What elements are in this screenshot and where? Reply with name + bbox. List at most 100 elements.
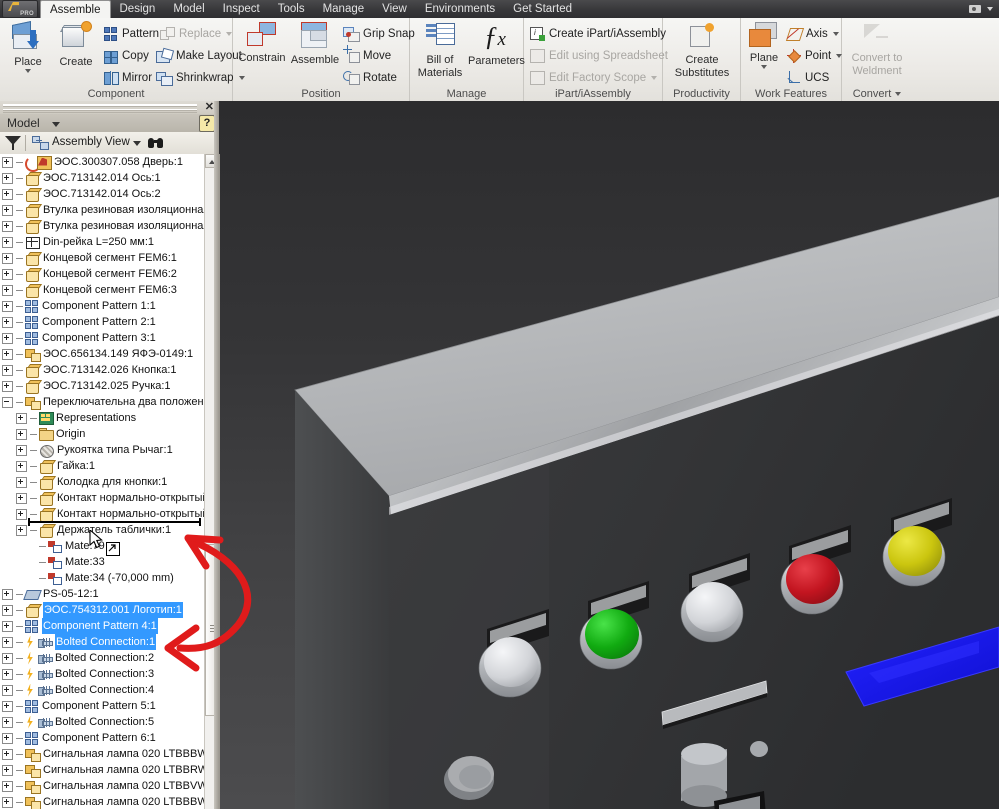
assemble-button[interactable]: Assemble	[289, 22, 341, 66]
edit-factory-scope-button[interactable]: Edit Factory Scope	[530, 67, 658, 88]
tree-expander[interactable]	[2, 396, 13, 408]
tab-model[interactable]: Model	[164, 0, 213, 18]
tree-expander[interactable]	[2, 588, 13, 600]
tab-manage[interactable]: Manage	[314, 0, 374, 18]
create-ipart-button[interactable]: i Create iPart/iAssembly	[530, 23, 666, 44]
point-button[interactable]: Point	[787, 45, 843, 66]
tree-item[interactable]: Сигнальная лампа 020 LTBBVW 220	[0, 778, 205, 794]
tree-expander[interactable]	[2, 284, 13, 296]
tree-expander[interactable]	[2, 700, 13, 712]
browser-splitter[interactable]	[214, 101, 219, 809]
tree-item[interactable]: Bolted Connection:2	[0, 650, 205, 666]
browser-help-button[interactable]: ?	[199, 115, 215, 132]
binoculars-icon[interactable]	[148, 136, 164, 149]
convert-panel-dropdown-icon[interactable]	[895, 92, 902, 97]
chevron-down-icon[interactable]	[987, 7, 993, 11]
tree-expander[interactable]	[2, 636, 13, 648]
tree-expander[interactable]	[16, 444, 27, 456]
browser-drag-handle[interactable]: ✕	[0, 101, 219, 114]
create-button[interactable]: Create	[52, 22, 100, 68]
tree-item[interactable]: Component Pattern 5:1	[0, 698, 205, 714]
tree-item[interactable]: Mate:79	[0, 528, 205, 556]
ucs-button[interactable]: UCS	[787, 67, 829, 88]
tree-item[interactable]: Рукоятка типа Рычаг:1	[0, 442, 205, 458]
tree-item[interactable]: ЭОС.713142.014 Ось:1	[0, 170, 205, 186]
rotate-button[interactable]: Rotate	[343, 67, 397, 88]
tree-expander[interactable]	[2, 684, 13, 696]
factory-scope-dropdown-icon[interactable]	[651, 75, 658, 80]
tree-expander[interactable]	[16, 508, 27, 520]
tree-expander[interactable]	[16, 476, 27, 488]
tree-item[interactable]: Концевой сегмент FEM6:1	[0, 250, 205, 266]
tree-expander[interactable]	[2, 604, 13, 616]
tree-item[interactable]: Концевой сегмент FEM6:3	[0, 282, 205, 298]
tab-environments[interactable]: Environments	[416, 0, 504, 18]
tree-expander[interactable]	[2, 620, 13, 632]
tree-item[interactable]: Контакт нормально-открытый:	[0, 506, 205, 522]
tree-expander[interactable]	[2, 252, 13, 264]
tree-item[interactable]: Origin	[0, 426, 205, 442]
make-layout-button[interactable]: Make Layout	[156, 45, 242, 66]
tree-item[interactable]: Bolted Connection:4	[0, 682, 205, 698]
tree-item[interactable]: Втулка резиновая изоляционная 1:	[0, 218, 205, 234]
tree-item[interactable]: Component Pattern 6:1	[0, 730, 205, 746]
tree-expander[interactable]	[2, 204, 13, 216]
tree-item[interactable]: Концевой сегмент FEM6:2	[0, 266, 205, 282]
parameters-button[interactable]: ƒx Parameters	[468, 22, 525, 67]
replace-dropdown-icon[interactable]	[226, 31, 233, 36]
create-substitutes-button[interactable]: Create Substitutes	[668, 22, 736, 79]
tab-assemble[interactable]: Assemble	[40, 0, 111, 18]
place-button[interactable]: Place	[4, 20, 52, 73]
replace-button[interactable]: Replace	[160, 23, 233, 44]
tree-expander[interactable]	[2, 732, 13, 744]
assembly-view-dropdown-icon[interactable]	[133, 141, 141, 146]
tree-expander[interactable]	[2, 780, 13, 792]
tab-get-started[interactable]: Get Started	[504, 0, 581, 18]
tree-expander[interactable]	[16, 460, 27, 472]
panel-title-convert[interactable]: Convert	[842, 88, 912, 100]
tree-expander[interactable]	[16, 412, 27, 424]
copy-button[interactable]: Copy	[104, 45, 149, 66]
axis-dropdown-icon[interactable]	[832, 31, 839, 36]
tree-item[interactable]: Bolted Connection:5	[0, 714, 205, 730]
model-tree[interactable]: ЭОС.300307.058 Дверь:1 ЭОС.713142.014 Ось…	[0, 154, 220, 809]
tree-expander[interactable]	[2, 796, 13, 808]
shrinkwrap-button[interactable]: Shrinkwrap	[156, 67, 245, 88]
tree-expander[interactable]	[2, 316, 13, 328]
tree-item[interactable]: Component Pattern 3:1	[0, 330, 205, 346]
tab-view[interactable]: View	[373, 0, 416, 18]
camera-icon[interactable]	[969, 4, 983, 14]
tree-expander[interactable]	[16, 524, 27, 536]
tree-expander[interactable]	[2, 764, 13, 776]
3d-viewport[interactable]	[219, 101, 999, 809]
browser-close-button[interactable]: ✕	[205, 102, 214, 113]
bill-of-materials-button[interactable]: Bill of Materials	[414, 22, 466, 79]
tree-item[interactable]: ЭОС.300307.058 Дверь:1	[0, 154, 205, 172]
tree-item[interactable]: Mate:34 (-70,000 mm)	[0, 570, 205, 586]
tree-item[interactable]: Контакт нормально-открытый:	[0, 490, 205, 506]
move-button[interactable]: Move	[343, 44, 391, 66]
tree-expander[interactable]	[2, 268, 13, 280]
tree-item[interactable]: ЭОС.713142.026 Кнопка:1	[0, 362, 205, 378]
edit-spreadsheet-button[interactable]: Edit using Spreadsheet	[530, 45, 668, 66]
tree-expander[interactable]	[2, 332, 13, 344]
tree-expander[interactable]	[2, 668, 13, 680]
browser-title-dropdown-icon[interactable]	[52, 122, 60, 127]
tree-item[interactable]: Representations	[0, 410, 205, 426]
tree-item[interactable]: Component Pattern 2:1	[0, 314, 205, 330]
tree-expander[interactable]	[2, 172, 13, 184]
tree-item[interactable]: Переключательна два положения	[0, 394, 205, 410]
pattern-button[interactable]: Pattern	[104, 23, 159, 44]
tree-item[interactable]: ЭОС.713142.025 Ручка:1	[0, 378, 205, 394]
tree-expander[interactable]	[2, 348, 13, 360]
tree-item[interactable]: Гайка:1	[0, 458, 205, 474]
tree-item[interactable]: PS-05-12:1	[0, 586, 205, 602]
convert-to-weldment-button[interactable]: Convert to Weldment	[847, 22, 907, 77]
tree-item[interactable]: Сигнальная лампа 020 LTBBBW 220	[0, 794, 205, 809]
tree-expander[interactable]	[2, 748, 13, 760]
tree-expander[interactable]	[2, 652, 13, 664]
axis-button[interactable]: Axis	[785, 23, 839, 44]
tree-item[interactable]: Component Pattern 1:1	[0, 298, 205, 314]
filter-icon[interactable]	[5, 135, 21, 151]
tree-expander[interactable]	[16, 428, 27, 440]
